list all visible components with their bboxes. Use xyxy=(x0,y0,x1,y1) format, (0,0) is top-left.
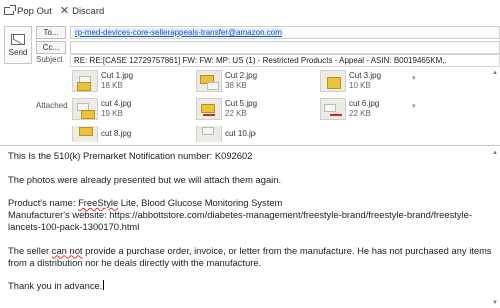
close-icon: ✕ xyxy=(59,5,70,17)
attachment-item[interactable]: Cut 3.jpg 10 KB xyxy=(320,70,382,92)
attachment-thumbnail xyxy=(72,98,98,120)
attachment-dropdown-icon[interactable]: ▾ xyxy=(412,102,416,110)
body-paragraph: Thank you in advance. xyxy=(8,280,105,291)
attachment-item[interactable]: cut 8.jpg xyxy=(72,126,132,142)
divider xyxy=(0,145,500,146)
attachment-thumbnail xyxy=(196,70,222,92)
pop-out-icon xyxy=(4,5,16,15)
attachments-scrollbar[interactable]: ▲ xyxy=(492,70,498,132)
body-paragraph: This Is the 510(k) Premarket Notificatio… xyxy=(8,150,253,161)
spellcheck-word: can not xyxy=(51,244,83,256)
attachment-size: 19 KB xyxy=(101,109,123,118)
send-label: Send xyxy=(8,47,28,57)
to-field[interactable]: rp-med-devices-core-sellerappeals-transf… xyxy=(70,26,500,39)
scroll-down-icon[interactable]: ▼ xyxy=(492,300,498,306)
attachment-item[interactable]: Cut 5.jpg 22 KB xyxy=(196,98,258,120)
to-button[interactable]: To... xyxy=(36,26,66,39)
pop-out-label: Pop Out xyxy=(17,5,52,17)
attachment-name: cut 8.jpg xyxy=(101,129,132,138)
attachment-thumbnail xyxy=(320,98,346,120)
cc-button-label: Cc... xyxy=(42,43,60,52)
attachment-thumbnail xyxy=(72,126,98,142)
attachment-name: cut 10.jpg xyxy=(225,129,256,138)
body-paragraph: The photos were already presented but we… xyxy=(8,173,282,185)
attachment-size: 18 KB xyxy=(101,81,123,90)
attachment-name: cut 4.jpg xyxy=(101,99,132,108)
cc-button[interactable]: Cc... xyxy=(36,41,66,54)
attachment-thumbnail xyxy=(196,98,222,120)
attachment-dropdown-icon[interactable]: ▾ xyxy=(412,74,416,82)
discard-label: Discard xyxy=(72,5,105,17)
message-body[interactable]: This Is the 510(k) Premarket Notificatio… xyxy=(8,150,492,304)
subject-label: Subject xyxy=(36,55,63,64)
attachment-name: Cut 3.jpg xyxy=(349,71,382,80)
to-recipient[interactable]: rp-med-devices-core-sellerappeals-transf… xyxy=(74,28,283,37)
attachment-item[interactable]: cut 4.jpg 19 KB xyxy=(72,98,132,120)
attachment-item[interactable]: cut 6.jpg 22 KB xyxy=(320,98,380,120)
subject-value: RE: RE:[CASE 12729757861] FW: FW: MP: US… xyxy=(74,56,447,65)
cc-field[interactable] xyxy=(70,41,500,54)
scroll-up-icon[interactable]: ▲ xyxy=(492,150,498,156)
attachment-size: 10 KB xyxy=(349,81,371,90)
to-button-label: To... xyxy=(43,28,59,37)
attachment-item[interactable]: Cut 1.jpg 18 KB xyxy=(72,70,134,92)
attachment-size: 38 KB xyxy=(225,81,247,90)
attachment-thumbnail xyxy=(72,70,98,92)
attachment-item[interactable]: cut 10.jpg xyxy=(196,126,256,142)
attachment-item[interactable]: Cut 2.jpg 38 KB xyxy=(196,70,258,92)
attachment-thumbnail xyxy=(196,126,222,142)
compose-toolbar: Pop Out ✕ Discard xyxy=(0,0,500,22)
body-paragraph: Product's name: FreeStyle Lite, Blood Gl… xyxy=(8,197,283,208)
attachment-name: Cut 2.jpg xyxy=(225,71,258,80)
body-paragraph: Manufacturer's website: https://abbottst… xyxy=(8,209,472,232)
attachment-size: 22 KB xyxy=(349,109,371,118)
spellcheck-word: FreeStyle xyxy=(78,197,119,208)
send-icon xyxy=(11,33,25,45)
pop-out-button[interactable]: Pop Out xyxy=(4,5,52,17)
body-paragraph: The seller can not provide a purchase or… xyxy=(8,244,492,268)
text-caret xyxy=(103,280,105,290)
attachment-size: 22 KB xyxy=(225,109,247,118)
attached-label: Attached xyxy=(36,101,68,110)
attachment-name: Cut 1.jpg xyxy=(101,71,134,80)
send-button[interactable]: Send xyxy=(4,26,32,64)
discard-button[interactable]: ✕ Discard xyxy=(60,6,104,17)
attachment-name: Cut 5.jpg xyxy=(225,99,258,108)
subject-field[interactable]: RE: RE:[CASE 12729757861] FW: FW: MP: US… xyxy=(70,54,500,67)
scroll-up-icon[interactable]: ▲ xyxy=(492,70,498,76)
attachment-thumbnail xyxy=(320,70,346,92)
attachment-name: cut 6.jpg xyxy=(349,99,380,108)
